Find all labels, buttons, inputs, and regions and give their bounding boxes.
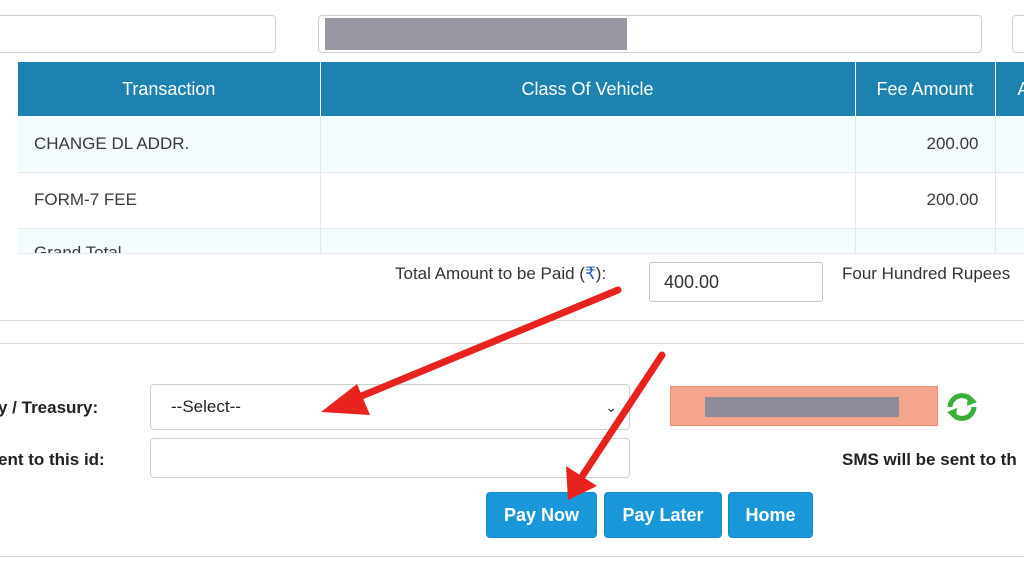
fee-amount-cell: 200.00 bbox=[855, 116, 996, 173]
amount-in-words: Four Hundred Rupees bbox=[842, 264, 1011, 283]
sms-id-input[interactable] bbox=[150, 438, 630, 478]
class-of-vehicle-cell bbox=[320, 172, 856, 229]
top-right-input[interactable] bbox=[1012, 15, 1024, 53]
table-row: CHANGE DL ADDR. 200.00 bbox=[18, 116, 1024, 173]
divider bbox=[0, 556, 1024, 557]
home-button[interactable]: Home bbox=[728, 492, 813, 538]
sms-id-label: ent to this id: bbox=[0, 450, 105, 469]
fee-table: Transaction Class Of Vehicle Fee Amount … bbox=[18, 62, 1024, 254]
divider bbox=[0, 320, 1024, 321]
column-header-partial: A bbox=[995, 62, 1024, 116]
grand-total-row: Grand Total bbox=[18, 228, 1024, 254]
extra-cell bbox=[995, 116, 1024, 173]
total-amount-label: Total Amount to be Paid (₹): bbox=[395, 264, 607, 283]
extra-cell bbox=[995, 172, 1024, 229]
pay-now-button[interactable]: Pay Now bbox=[486, 492, 597, 538]
sms-note: SMS will be sent to th bbox=[842, 450, 1017, 469]
total-amount-field: 400.00 bbox=[649, 262, 823, 302]
refresh-icon[interactable] bbox=[944, 390, 980, 424]
captcha-image bbox=[670, 386, 938, 426]
grand-total-label: Grand Total bbox=[34, 242, 122, 253]
transaction-cell: FORM-7 FEE bbox=[18, 172, 321, 229]
class-of-vehicle-cell bbox=[320, 116, 856, 173]
pay-later-button[interactable]: Pay Later bbox=[604, 492, 722, 538]
chevron-down-icon: ⌄ bbox=[605, 399, 617, 415]
table-row: FORM-7 FEE 200.00 bbox=[18, 172, 1024, 229]
treasury-label: y / Treasury: bbox=[0, 398, 99, 417]
transaction-cell: CHANGE DL ADDR. bbox=[18, 116, 321, 173]
table-header-row: Transaction Class Of Vehicle Fee Amount … bbox=[18, 62, 1024, 116]
divider bbox=[0, 343, 1024, 344]
redacted-captcha bbox=[705, 397, 899, 417]
top-left-input[interactable] bbox=[0, 15, 276, 53]
column-header-transaction: Transaction bbox=[18, 62, 321, 116]
rupee-icon: ₹ bbox=[584, 264, 596, 283]
column-header-fee-amount: Fee Amount bbox=[855, 62, 996, 116]
redacted-value bbox=[325, 18, 627, 50]
treasury-select-value: --Select-- bbox=[171, 397, 241, 416]
fee-amount-cell: 200.00 bbox=[855, 172, 996, 229]
treasury-select[interactable]: --Select-- ⌄ bbox=[150, 384, 630, 430]
column-header-class-of-vehicle: Class Of Vehicle bbox=[320, 62, 856, 116]
top-middle-input[interactable] bbox=[318, 15, 982, 53]
